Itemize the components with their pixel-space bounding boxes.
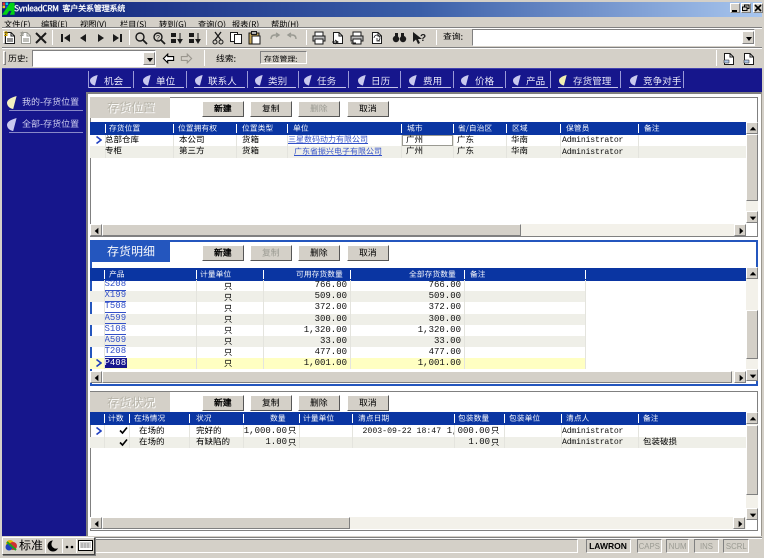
svg-text:?: ? — [156, 35, 160, 42]
svg-text:?: ? — [420, 33, 426, 44]
